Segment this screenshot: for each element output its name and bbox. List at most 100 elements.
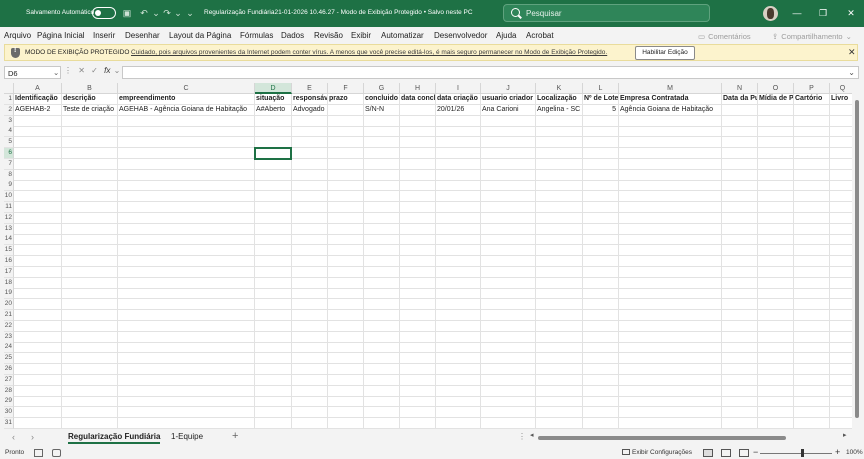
cell-k18[interactable] — [536, 277, 583, 289]
cell-q11[interactable] — [830, 202, 852, 213]
cell-q28[interactable] — [830, 386, 852, 397]
cell-p16[interactable] — [794, 256, 830, 267]
cell-g21[interactable] — [364, 310, 400, 321]
chevron-down-icon[interactable]: ⌄ — [53, 68, 59, 77]
cell-q14[interactable] — [830, 234, 852, 246]
cell-e21[interactable] — [292, 310, 328, 321]
cell-g1[interactable]: concluido — [364, 94, 400, 105]
cell-h11[interactable] — [400, 202, 436, 213]
cell-p24[interactable] — [794, 342, 830, 354]
column-header-d[interactable]: D — [255, 83, 292, 94]
cell-c10[interactable] — [118, 191, 255, 203]
cell-o14[interactable] — [758, 234, 794, 246]
cell-m17[interactable] — [619, 266, 722, 278]
cell-f10[interactable] — [328, 191, 364, 203]
cell-n27[interactable] — [722, 374, 758, 386]
cell-e3[interactable] — [292, 115, 328, 127]
cell-e27[interactable] — [292, 374, 328, 386]
menu-arquivo[interactable]: Arquivo — [4, 31, 31, 40]
cell-p23[interactable] — [794, 331, 830, 343]
cell-h3[interactable] — [400, 115, 436, 127]
cell-o11[interactable] — [758, 202, 794, 213]
cell-a17[interactable] — [14, 266, 62, 278]
cell-l14[interactable] — [583, 234, 619, 246]
cell-f17[interactable] — [328, 266, 364, 278]
row-header-7[interactable]: 7 — [4, 158, 14, 170]
cell-a4[interactable] — [14, 126, 62, 138]
cell-m1[interactable]: Empresa Contratada — [619, 94, 722, 105]
cell-l16[interactable] — [583, 256, 619, 267]
cell-b18[interactable] — [62, 277, 118, 289]
cell-h27[interactable] — [400, 374, 436, 386]
cell-k24[interactable] — [536, 342, 583, 354]
name-box[interactable]: D6 ⌄ — [4, 66, 61, 79]
cell-n18[interactable] — [722, 277, 758, 289]
cell-o27[interactable] — [758, 374, 794, 386]
cell-k5[interactable] — [536, 137, 583, 149]
cell-q22[interactable] — [830, 321, 852, 332]
cell-c7[interactable] — [118, 158, 255, 170]
cell-j18[interactable] — [481, 277, 536, 289]
cell-d15[interactable] — [255, 245, 292, 257]
cell-a26[interactable] — [14, 364, 62, 375]
cell-i6[interactable] — [436, 148, 481, 159]
cell-h21[interactable] — [400, 310, 436, 321]
cell-d18[interactable] — [255, 277, 292, 289]
cell-k14[interactable] — [536, 234, 583, 246]
row-header-21[interactable]: 21 — [4, 310, 14, 321]
cell-o28[interactable] — [758, 385, 794, 397]
expand-formula-icon[interactable]: ⌄ — [848, 68, 855, 77]
cell-n1[interactable]: Data da Publicação — [722, 94, 758, 105]
cell-b22[interactable] — [62, 320, 118, 332]
cell-n3[interactable] — [722, 115, 758, 127]
cell-p30[interactable] — [794, 407, 830, 419]
cell-l31[interactable] — [583, 418, 619, 429]
cell-g23[interactable] — [364, 331, 400, 343]
cell-m16[interactable] — [619, 256, 722, 267]
cell-f11[interactable] — [328, 202, 364, 213]
cell-l10[interactable] — [583, 191, 619, 203]
cell-m9[interactable] — [619, 180, 722, 192]
cell-d26[interactable] — [255, 364, 292, 375]
menu-acrobat[interactable]: Acrobat — [526, 31, 554, 40]
cell-h17[interactable] — [400, 266, 436, 278]
cell-o24[interactable] — [758, 342, 794, 354]
cell-n11[interactable] — [722, 202, 758, 213]
vertical-scroll-thumb[interactable] — [855, 100, 859, 418]
cell-j6[interactable] — [481, 148, 536, 159]
cell-o10[interactable] — [758, 191, 794, 203]
cell-a24[interactable] — [14, 342, 62, 354]
cell-j7[interactable] — [481, 158, 536, 170]
cell-i15[interactable] — [436, 245, 481, 257]
cell-j15[interactable] — [481, 245, 536, 257]
row-header-8[interactable]: 8 — [4, 169, 14, 181]
cell-m19[interactable] — [619, 288, 722, 300]
cell-d28[interactable] — [255, 385, 292, 397]
cell-c27[interactable] — [118, 374, 255, 386]
cell-q17[interactable] — [830, 267, 852, 278]
cell-g9[interactable] — [364, 180, 400, 192]
cell-f28[interactable] — [328, 385, 364, 397]
cell-m22[interactable] — [619, 320, 722, 332]
formula-input[interactable]: ⌄ — [122, 66, 859, 79]
row-header-12[interactable]: 12 — [4, 212, 14, 224]
column-header-f[interactable]: F — [328, 83, 364, 94]
column-header-q[interactable]: Q — [830, 83, 852, 94]
minimize-icon[interactable]: — — [790, 7, 804, 19]
cell-m2[interactable]: Agência Goiana de Habitação — [619, 104, 722, 116]
menu-automatizar[interactable]: Automatizar — [381, 31, 424, 40]
cell-q19[interactable] — [830, 288, 852, 300]
cell-f1[interactable]: prazo — [328, 94, 364, 105]
cell-h26[interactable] — [400, 364, 436, 375]
cell-g14[interactable] — [364, 234, 400, 246]
cell-c23[interactable] — [118, 331, 255, 343]
cell-b1[interactable]: descrição — [62, 94, 118, 105]
cell-n23[interactable] — [722, 331, 758, 343]
cell-o5[interactable] — [758, 137, 794, 149]
cell-d21[interactable] — [255, 310, 292, 321]
cell-p21[interactable] — [794, 310, 830, 321]
cell-a19[interactable] — [14, 288, 62, 300]
cell-e4[interactable] — [292, 126, 328, 138]
cell-a16[interactable] — [14, 256, 62, 267]
cell-g3[interactable] — [364, 115, 400, 127]
